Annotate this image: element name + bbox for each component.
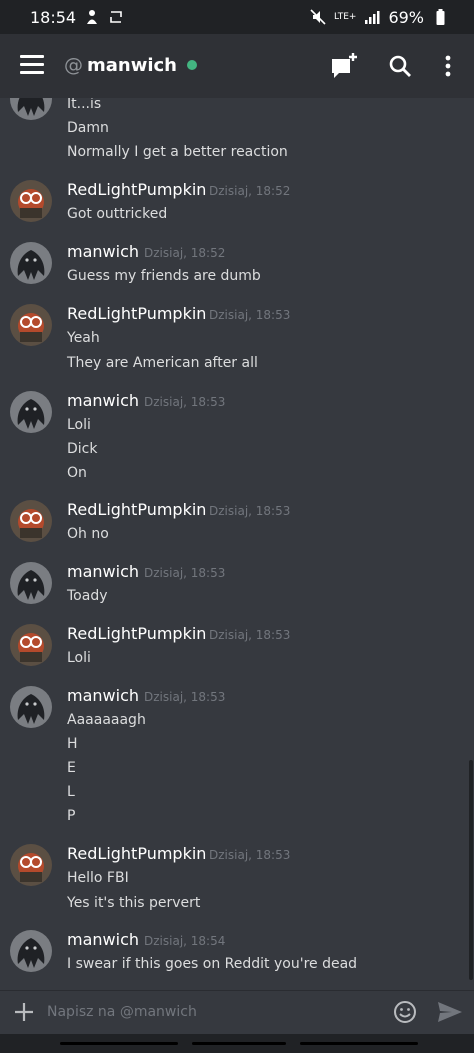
message-text: Damn	[67, 120, 109, 136]
dm-username: manwich	[87, 54, 177, 76]
avatar[interactable]	[10, 180, 52, 222]
message-composer: Napisz na @manwich	[0, 990, 474, 1035]
search-icon[interactable]	[384, 50, 416, 82]
avatar[interactable]	[10, 686, 52, 728]
sync-icon	[108, 9, 124, 25]
message-author[interactable]: RedLightPumpkin	[67, 180, 206, 199]
mute-icon	[310, 9, 326, 25]
message-text: Toady	[67, 588, 108, 604]
message-text: Oh no	[67, 526, 109, 542]
message-timestamp: Dzisiaj, 18:53	[209, 628, 291, 642]
message-text: They are American after all	[67, 355, 258, 371]
message-text: Hello FBI	[67, 870, 129, 886]
signal-icon	[364, 9, 380, 25]
message-author[interactable]: RedLightPumpkin	[67, 500, 206, 519]
status-bar: 18:54 LTE+ 69%	[0, 0, 474, 34]
message-text: Got outtricked	[67, 206, 168, 222]
avatar[interactable]	[10, 304, 52, 346]
message-author[interactable]: RedLightPumpkin	[67, 624, 206, 643]
battery-icon	[432, 9, 448, 25]
new-group-dm-icon[interactable]	[328, 50, 360, 82]
network-label: LTE+	[333, 12, 357, 22]
system-navigation-bar	[0, 1034, 474, 1053]
message-timestamp: Dzisiaj, 18:54	[144, 934, 226, 948]
message-text: I swear if this goes on Reddit you're de…	[67, 956, 358, 972]
message-timestamp: Dzisiaj, 18:52	[209, 184, 291, 198]
more-vert-icon[interactable]	[432, 50, 464, 82]
emoji-icon[interactable]	[393, 1000, 417, 1024]
message-text: Aaaaaaagh	[67, 712, 146, 728]
message-timestamp: Dzisiaj, 18:53	[144, 690, 226, 704]
message-timestamp: Dzisiaj, 18:53	[209, 308, 291, 322]
nav-home[interactable]	[192, 1042, 286, 1045]
avatar[interactable]	[10, 98, 52, 120]
message-text: Dick	[67, 441, 98, 457]
message-timestamp: Dzisiaj, 18:53	[209, 848, 291, 862]
message-text: Loli	[67, 650, 91, 666]
nav-recents[interactable]	[60, 1042, 178, 1045]
avatar[interactable]	[10, 624, 52, 666]
add-attachment-icon[interactable]	[12, 1000, 36, 1024]
avatar[interactable]	[10, 930, 52, 972]
message-text: L	[67, 784, 75, 800]
avatar[interactable]	[10, 562, 52, 604]
avatar[interactable]	[10, 500, 52, 542]
message-author[interactable]: manwich	[67, 391, 139, 410]
dm-title: @ manwich	[64, 54, 197, 76]
message-timestamp: Dzisiaj, 18:53	[144, 395, 226, 409]
message-author[interactable]: RedLightPumpkin	[67, 844, 206, 863]
channel-header: @ manwich	[0, 34, 474, 98]
scrollbar[interactable]	[469, 760, 473, 980]
message-timestamp: Dzisiaj, 18:52	[144, 246, 226, 260]
message-text: On	[67, 465, 87, 481]
message-text: P	[67, 808, 76, 824]
battery-percent: 69%	[388, 7, 424, 27]
message-text: Yeah	[67, 330, 100, 346]
message-author[interactable]: RedLightPumpkin	[67, 304, 206, 323]
message-text: It...is	[67, 98, 102, 112]
nav-back[interactable]	[300, 1042, 418, 1045]
message-text: Guess my friends are dumb	[67, 268, 261, 284]
avatar[interactable]	[10, 391, 52, 433]
message-input[interactable]: Napisz na @manwich	[47, 1004, 197, 1020]
message-timestamp: Dzisiaj, 18:53	[144, 566, 226, 580]
message-author[interactable]: manwich	[67, 930, 139, 949]
at-symbol: @	[64, 54, 83, 76]
avatar[interactable]	[10, 242, 52, 284]
send-icon[interactable]	[436, 1000, 464, 1024]
message-text: Normally I get a better reaction	[67, 144, 288, 160]
menu-icon[interactable]	[20, 55, 44, 75]
message-author[interactable]: manwich	[67, 686, 139, 705]
message-author[interactable]: manwich	[67, 242, 139, 261]
message-text: E	[67, 760, 76, 776]
message-text: Loli	[67, 417, 91, 433]
message-author[interactable]: manwich	[67, 562, 139, 581]
avatar[interactable]	[10, 844, 52, 886]
message-timestamp: Dzisiaj, 18:53	[209, 504, 291, 518]
message-list[interactable]: It...is Damn Normally I get a better rea…	[0, 98, 474, 988]
message-text: Yes it's this pervert	[67, 895, 201, 911]
status-time: 18:54	[30, 7, 77, 27]
notification-icon	[84, 9, 100, 25]
message-text: H	[67, 736, 78, 752]
online-status-indicator	[187, 60, 197, 70]
